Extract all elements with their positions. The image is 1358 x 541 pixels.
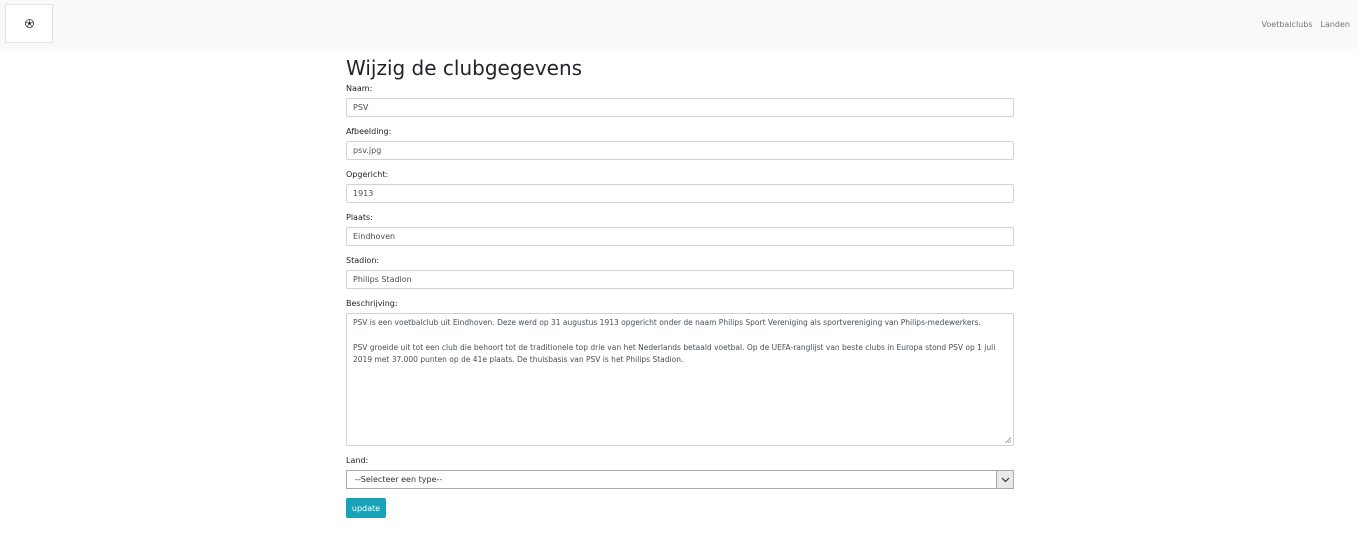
chevron-down-icon[interactable] [996, 471, 1013, 488]
plaats-label: Plaats: [346, 213, 373, 222]
land-select[interactable]: --Selecteer een type-- [346, 470, 1014, 489]
beschrijving-textarea[interactable]: PSV is een voetbalclub uit Eindhoven. De… [346, 313, 1014, 446]
soccer-ball-icon [24, 19, 34, 28]
plaats-input[interactable]: Eindhoven [346, 227, 1014, 246]
resize-handle-icon[interactable] [1005, 437, 1011, 443]
nav-link-landen[interactable]: Landen [1321, 20, 1351, 29]
edit-club-form: Wijzig de clubgegevens Naam: PSV Afbeeld… [346, 56, 1014, 518]
stadion-input[interactable]: Philips Stadion [346, 270, 1014, 289]
land-label: Land: [346, 456, 369, 465]
beschrijving-paragraph-1: PSV is een voetbalclub uit Eindhoven. De… [353, 318, 981, 327]
naam-label: Naam: [346, 84, 373, 93]
nav-links: Voetbalclubs Landen [1262, 20, 1350, 29]
navbar: Voetbalclubs Landen [0, 0, 1358, 49]
stadion-label: Stadion: [346, 256, 380, 265]
opgericht-input[interactable]: 1913 [346, 184, 1014, 203]
naam-input[interactable]: PSV [346, 98, 1014, 117]
land-select-value: --Selecteer een type-- [355, 475, 443, 484]
logo-button[interactable] [5, 4, 53, 43]
beschrijving-paragraph-2: PSV groeide uit tot een club die behoort… [353, 342, 996, 364]
opgericht-label: Opgericht: [346, 170, 389, 179]
beschrijving-label: Beschrijving: [346, 299, 398, 308]
afbeelding-label: Afbeelding: [346, 127, 392, 136]
nav-link-voetbalclubs[interactable]: Voetbalclubs [1262, 20, 1313, 29]
update-button[interactable]: update [346, 498, 386, 518]
page-title: Wijzig de clubgegevens [346, 56, 583, 80]
afbeelding-input[interactable]: psv.jpg [346, 141, 1014, 160]
